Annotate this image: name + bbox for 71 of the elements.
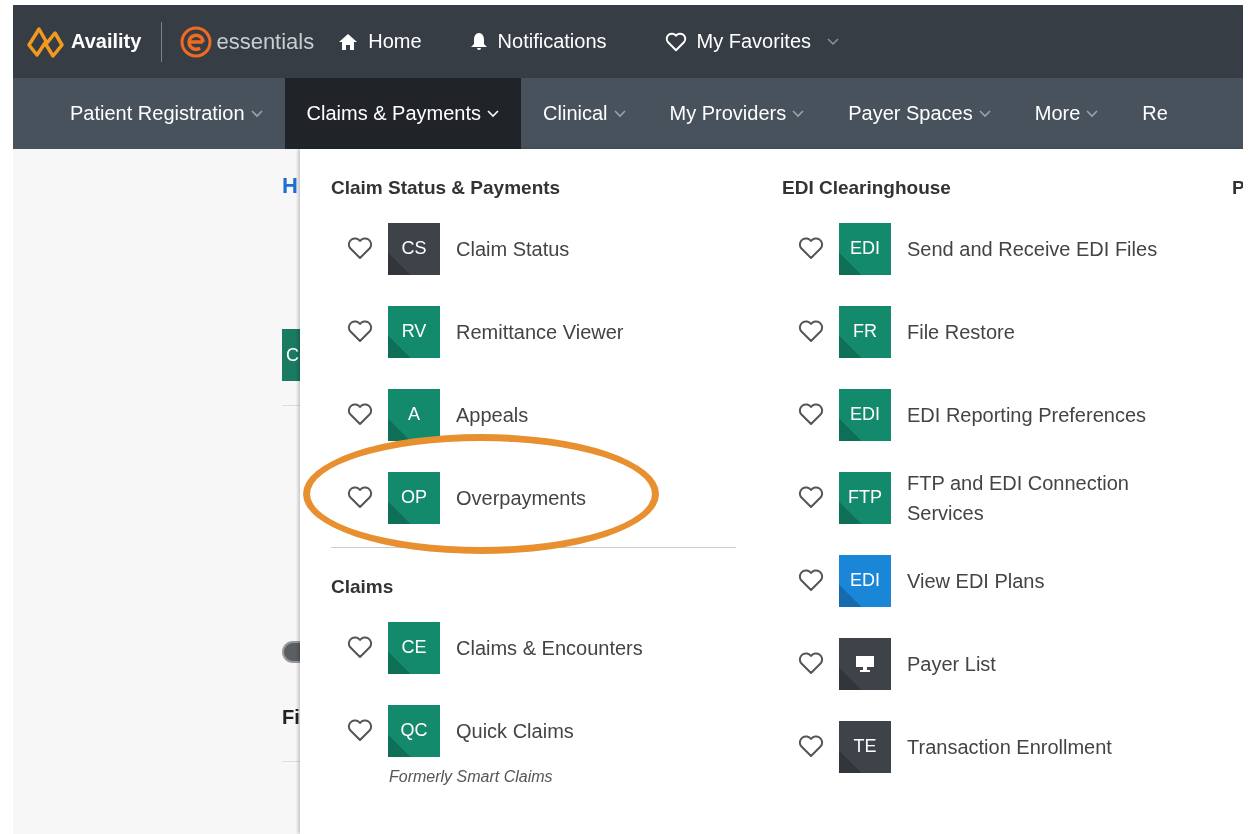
logo-icon [25, 24, 65, 59]
heart-icon[interactable] [798, 735, 824, 758]
app-tile[interactable]: CE [388, 621, 440, 674]
menu-item-link[interactable]: EDI Reporting Preferences [907, 399, 1167, 430]
menu-item-link[interactable]: Send and Receive EDI Files [907, 233, 1167, 264]
menu-item-link[interactable]: Overpayments [456, 482, 587, 513]
heart-icon[interactable] [798, 320, 824, 343]
heart-icon [664, 31, 687, 52]
menu-item-link[interactable]: Payer List [907, 648, 1167, 679]
monitor-tile-icon[interactable] [839, 637, 891, 690]
menu-item-link[interactable]: Transaction Enrollment [907, 731, 1167, 762]
nav-tab[interactable]: Claims & Payments [284, 78, 522, 149]
nav-tab[interactable]: More [1012, 78, 1121, 149]
section-heading: Claims [331, 576, 395, 599]
app-tile[interactable]: QC [388, 704, 440, 757]
heart-icon[interactable] [347, 320, 373, 343]
top-nav-link[interactable]: Notifications [469, 30, 607, 53]
radio-icon[interactable] [282, 641, 300, 663]
heart-icon[interactable] [798, 237, 824, 260]
page-button[interactable]: C [282, 329, 300, 381]
heart-icon[interactable] [798, 403, 824, 426]
app-tile[interactable]: CS [388, 222, 440, 275]
heart-icon[interactable] [798, 486, 824, 509]
chevron-down-icon [827, 37, 839, 46]
chevron-down-icon [978, 109, 991, 118]
chevron-down-icon [613, 109, 626, 118]
menu-item-link[interactable]: Claims & Encounters [456, 632, 643, 663]
app-tile[interactable]: OP [388, 471, 440, 524]
menu-item-link[interactable]: Quick Claims [456, 715, 574, 746]
app-tile[interactable]: A [388, 388, 440, 441]
app-tile[interactable]: RV [388, 305, 440, 358]
page-link[interactable]: H [282, 173, 300, 199]
section-heading: EDI Clearinghouse [782, 177, 952, 200]
nav-tab[interactable]: My Providers [647, 78, 827, 149]
item-note: Formerly Smart Claims [389, 768, 553, 786]
nav-tab[interactable]: Payer Spaces [826, 78, 1013, 149]
app-tile[interactable]: EDI [839, 388, 891, 441]
heart-icon[interactable] [347, 486, 373, 509]
menu-item-link[interactable]: File Restore [907, 316, 1167, 347]
menu-item-link[interactable]: FTP and EDI Connection Services [907, 467, 1167, 528]
bell-icon [469, 31, 488, 52]
app-tile[interactable]: EDI [839, 222, 891, 275]
app-tile[interactable]: FTP [839, 471, 891, 524]
chevron-down-icon [487, 109, 500, 118]
chevron-down-icon [1086, 109, 1099, 118]
menu-item-link[interactable]: View EDI Plans [907, 565, 1167, 596]
section-heading: Fi [282, 706, 300, 729]
top-nav-link[interactable]: Home [338, 30, 422, 53]
product-name: essentials [216, 28, 315, 55]
heart-icon[interactable] [798, 652, 824, 675]
heart-icon[interactable] [347, 719, 373, 742]
nav-tab[interactable]: Re [1120, 78, 1190, 149]
home-icon [338, 32, 359, 51]
brand-name: Availity [71, 30, 142, 53]
app-tile[interactable]: TE [839, 720, 891, 773]
chevron-down-icon [792, 109, 805, 118]
section-heading: Claim Status & Payments [331, 177, 562, 200]
heart-icon[interactable] [798, 569, 824, 592]
chevron-down-icon [250, 109, 263, 118]
heart-icon[interactable] [347, 636, 373, 659]
app-tile[interactable]: FR [839, 305, 891, 358]
e-logo-icon [180, 25, 213, 58]
menu-item-link[interactable]: Claim Status [456, 233, 570, 264]
top-nav-link[interactable]: My Favorites [664, 30, 839, 53]
nav-tab[interactable]: Patient Registration [48, 78, 285, 149]
nav-tab[interactable]: Clinical [521, 78, 648, 149]
menu-item-link[interactable]: Appeals [456, 399, 529, 430]
heart-icon[interactable] [347, 237, 373, 260]
app-tile[interactable]: EDI [839, 554, 891, 607]
heart-icon[interactable] [347, 403, 373, 426]
menu-item-link[interactable]: Remittance Viewer [456, 316, 624, 347]
